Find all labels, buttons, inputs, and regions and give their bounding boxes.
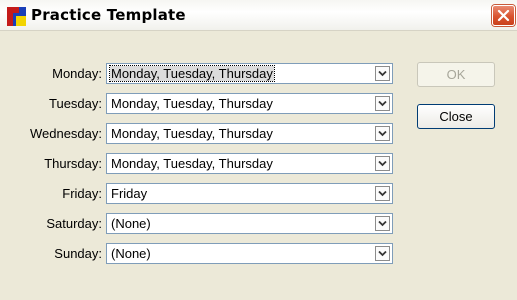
label-monday: Monday: — [52, 66, 102, 81]
sunday-dropdown-button[interactable] — [375, 246, 390, 261]
label-tuesday: Tuesday: — [49, 96, 102, 111]
chevron-down-icon — [378, 220, 387, 227]
close-button[interactable]: Close — [417, 104, 495, 129]
chevron-down-icon — [378, 100, 387, 107]
chevron-down-icon — [378, 70, 387, 77]
close-window-button[interactable] — [492, 5, 515, 26]
friday-select[interactable]: Friday — [106, 183, 393, 204]
sunday-value: (None) — [111, 246, 151, 261]
friday-value: Friday — [111, 186, 148, 201]
tuesday-value: Monday, Tuesday, Thursday — [111, 96, 273, 111]
wednesday-dropdown-button[interactable] — [375, 126, 390, 141]
wednesday-select[interactable]: Monday, Tuesday, Thursday — [106, 123, 393, 144]
chevron-down-icon — [378, 190, 387, 197]
practice-template-dialog: Practice Template Monday: Monday, Tuesda… — [0, 0, 517, 300]
monday-value: Monday, Tuesday, Thursday — [109, 65, 275, 82]
label-saturday: Saturday: — [46, 216, 102, 231]
wednesday-value: Monday, Tuesday, Thursday — [111, 126, 273, 141]
label-thursday: Thursday: — [44, 156, 102, 171]
chevron-down-icon — [378, 250, 387, 257]
chevron-down-icon — [378, 160, 387, 167]
label-sunday: Sunday: — [54, 246, 102, 261]
monday-select[interactable]: Monday, Tuesday, Thursday — [106, 63, 393, 84]
sunday-select[interactable]: (None) — [106, 243, 393, 264]
saturday-value: (None) — [111, 216, 151, 231]
close-icon — [497, 9, 510, 22]
ok-button[interactable]: OK — [417, 62, 495, 87]
chevron-down-icon — [378, 130, 387, 137]
thursday-value: Monday, Tuesday, Thursday — [111, 156, 273, 171]
window-title: Practice Template — [31, 6, 186, 24]
app-icon — [7, 7, 26, 26]
thursday-dropdown-button[interactable] — [375, 156, 390, 171]
friday-dropdown-button[interactable] — [375, 186, 390, 201]
tuesday-dropdown-button[interactable] — [375, 96, 390, 111]
saturday-dropdown-button[interactable] — [375, 216, 390, 231]
thursday-select[interactable]: Monday, Tuesday, Thursday — [106, 153, 393, 174]
tuesday-select[interactable]: Monday, Tuesday, Thursday — [106, 93, 393, 114]
label-wednesday: Wednesday: — [29, 126, 102, 141]
monday-dropdown-button[interactable] — [375, 66, 390, 81]
label-friday: Friday: — [62, 186, 102, 201]
saturday-select[interactable]: (None) — [106, 213, 393, 234]
title-bar[interactable]: Practice Template — [0, 0, 517, 31]
